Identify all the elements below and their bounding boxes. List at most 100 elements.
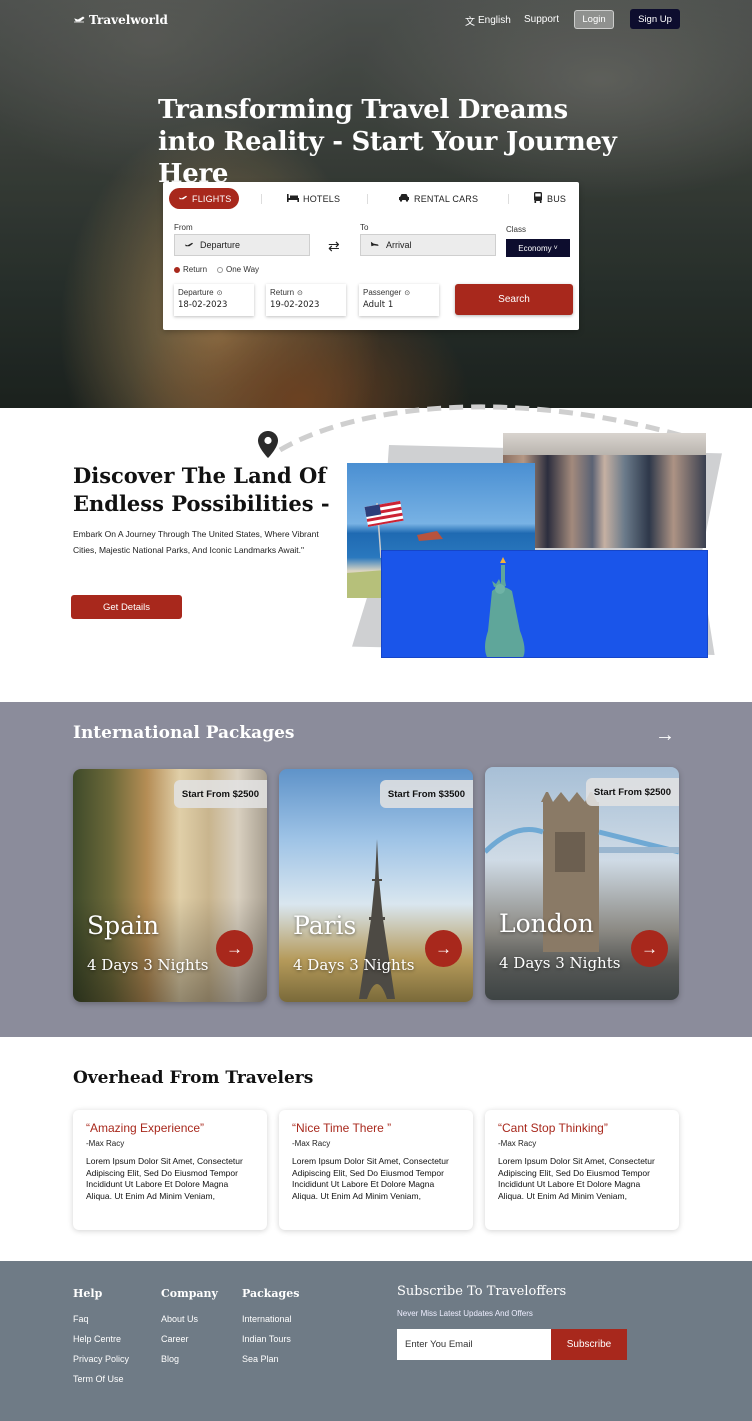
translate-icon: 文 bbox=[465, 17, 475, 28]
to-field[interactable]: Arrival bbox=[360, 234, 496, 256]
tab-divider bbox=[367, 194, 368, 204]
price-badge: Start From $2500 bbox=[585, 778, 679, 806]
language-selector[interactable]: 文 English bbox=[465, 13, 511, 28]
radio-dot-icon bbox=[217, 266, 223, 273]
signup-button[interactable]: Sign Up bbox=[630, 9, 680, 29]
departure-date-field[interactable]: Departure ⊙ 18-02-2023 bbox=[174, 284, 254, 316]
footer-heading-packages: Packages bbox=[242, 1287, 300, 1300]
arrow-right-icon[interactable]: → bbox=[631, 930, 668, 967]
footer-link-career[interactable]: Career bbox=[161, 1334, 189, 1344]
get-details-button[interactable]: Get Details bbox=[71, 595, 182, 619]
departure-date-label: Departure bbox=[178, 288, 214, 297]
testimonial-body: Lorem Ipsum Dolor Sit Amet, Consectetur … bbox=[292, 1156, 449, 1201]
subscribe-subtitle: Never Miss Latest Updates And Offers bbox=[397, 1309, 533, 1318]
email-input[interactable] bbox=[397, 1329, 551, 1360]
subscribe-title: Subscribe To Traveloffers bbox=[397, 1284, 567, 1299]
passenger-value: Adult 1 bbox=[363, 300, 394, 310]
bed-icon bbox=[287, 193, 299, 204]
hero-title: Transforming Travel Dreams into Reality … bbox=[158, 95, 617, 189]
radio-label: One Way bbox=[226, 265, 260, 274]
tab-label: FLIGHTS bbox=[192, 193, 232, 204]
from-value: Departure bbox=[200, 240, 241, 250]
package-card-london[interactable]: Start From $2500 London 4 Days 3 Nights … bbox=[485, 767, 679, 1000]
departure-date-value: 18-02-2023 bbox=[178, 300, 228, 310]
footer-link-blog[interactable]: Blog bbox=[161, 1354, 179, 1364]
logo-text: Travelworld bbox=[89, 13, 168, 27]
footer-heading-help: Help bbox=[73, 1287, 103, 1300]
package-city: Spain bbox=[87, 911, 160, 940]
discover-title: Discover The Land Of Endless Possibiliti… bbox=[73, 463, 330, 516]
footer-link-sea-plan[interactable]: Sea Plan bbox=[242, 1354, 279, 1364]
footer-link-about-us[interactable]: About Us bbox=[161, 1314, 198, 1324]
footer-link-privacy-policy[interactable]: Privacy Policy bbox=[73, 1354, 129, 1364]
tab-rental-cars[interactable]: RENTAL CARS bbox=[398, 188, 478, 209]
support-link[interactable]: Support bbox=[524, 14, 559, 25]
package-duration: 4 Days 3 Nights bbox=[499, 954, 621, 972]
bus-icon bbox=[533, 192, 543, 205]
travelers-title: Overhead From Travelers bbox=[73, 1068, 314, 1088]
chevron-circle-icon: ⊙ bbox=[297, 289, 303, 297]
price-badge: Start From $3500 bbox=[379, 780, 473, 808]
tab-bus[interactable]: BUS bbox=[533, 188, 566, 209]
top-navbar: Travelworld 文 English Support Login Sign… bbox=[0, 0, 752, 40]
subscribe-button[interactable]: Subscribe bbox=[551, 1329, 627, 1360]
eiffel-tower-illustration bbox=[359, 839, 395, 999]
to-value: Arrival bbox=[386, 240, 412, 250]
packages-title: International Packages bbox=[73, 723, 295, 743]
package-city: Paris bbox=[293, 911, 357, 940]
arrow-right-icon[interactable]: → bbox=[216, 930, 253, 967]
trip-return-radio[interactable]: Return bbox=[174, 265, 207, 274]
car-icon bbox=[398, 193, 410, 204]
testimonial-body: Lorem Ipsum Dolor Sit Amet, Consectetur … bbox=[498, 1156, 655, 1201]
testimonial-card: “Nice Time There ” -Max Racy Lorem Ipsum… bbox=[279, 1110, 473, 1230]
landing-icon bbox=[369, 240, 380, 251]
testimonial-card: “Cant Stop Thinking” -Max Racy Lorem Ips… bbox=[485, 1110, 679, 1230]
tab-label: HOTELS bbox=[303, 193, 341, 204]
location-pin-icon bbox=[258, 431, 278, 463]
tab-divider bbox=[508, 194, 509, 204]
footer-link-help-centre[interactable]: Help Centre bbox=[73, 1334, 121, 1344]
trip-oneway-radio[interactable]: One Way bbox=[217, 265, 259, 274]
footer-link-terms[interactable]: Term Of Use bbox=[73, 1374, 124, 1384]
return-date-label: Return bbox=[270, 288, 295, 297]
passenger-field[interactable]: Passenger ⊙ Adult 1 bbox=[359, 284, 439, 316]
chevron-circle-icon: ⊙ bbox=[216, 289, 223, 297]
search-tabs: FLIGHTS HOTELS RENTAL CARS BUS bbox=[169, 188, 573, 210]
login-button[interactable]: Login bbox=[574, 10, 614, 29]
swap-icon[interactable]: ⇄ bbox=[328, 238, 340, 255]
takeoff-icon bbox=[183, 240, 194, 251]
package-card-paris[interactable]: Start From $3500 Paris 4 Days 3 Nights → bbox=[279, 769, 473, 1002]
testimonial-body: Lorem Ipsum Dolor Sit Amet, Consectetur … bbox=[86, 1156, 243, 1201]
testimonial-quote: “Amazing Experience” bbox=[86, 1121, 205, 1135]
discover-description: Embark On A Journey Through The United S… bbox=[73, 529, 319, 555]
to-label: To bbox=[360, 223, 369, 232]
search-button[interactable]: Search bbox=[455, 284, 573, 315]
from-label: From bbox=[174, 223, 193, 232]
return-date-value: 19-02-2023 bbox=[270, 300, 320, 310]
plane-logo-icon bbox=[73, 13, 85, 27]
tab-divider bbox=[261, 194, 262, 204]
return-date-field[interactable]: Return ⊙ 19-02-2023 bbox=[266, 284, 346, 316]
class-label: Class bbox=[506, 225, 527, 234]
package-card-spain[interactable]: Start From $2500 Spain 4 Days 3 Nights → bbox=[73, 769, 267, 1002]
radio-label: Return bbox=[183, 265, 208, 274]
footer-heading-company: Company bbox=[161, 1287, 218, 1300]
city-sky bbox=[503, 433, 706, 455]
footer-link-international[interactable]: International bbox=[242, 1314, 292, 1324]
footer-link-indian-tours[interactable]: Indian Tours bbox=[242, 1334, 291, 1344]
arrow-right-icon[interactable]: → bbox=[425, 930, 462, 967]
tab-flights[interactable]: FLIGHTS bbox=[169, 188, 240, 209]
price-badge: Start From $2500 bbox=[173, 780, 267, 808]
class-value: Economy bbox=[518, 243, 552, 253]
class-select[interactable]: Economy ˅ bbox=[506, 239, 570, 257]
from-field[interactable]: Departure bbox=[174, 234, 310, 256]
package-duration: 4 Days 3 Nights bbox=[87, 956, 209, 974]
plane-icon bbox=[177, 193, 188, 204]
footer-link-faq[interactable]: Faq bbox=[73, 1314, 89, 1324]
testimonial-author: -Max Racy bbox=[498, 1139, 537, 1148]
tab-hotels[interactable]: HOTELS bbox=[287, 188, 340, 209]
logo[interactable]: Travelworld bbox=[73, 13, 168, 27]
package-duration: 4 Days 3 Nights bbox=[293, 956, 415, 974]
arrow-right-icon[interactable]: → bbox=[655, 724, 675, 747]
passenger-label: Passenger bbox=[363, 288, 402, 297]
